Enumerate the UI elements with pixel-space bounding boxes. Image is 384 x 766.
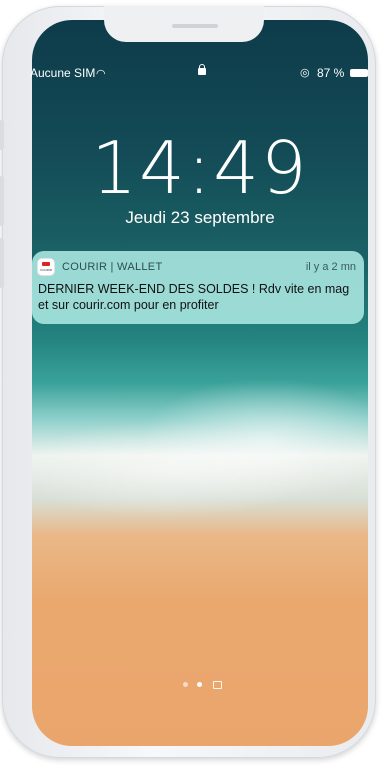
- battery-icon: [350, 69, 368, 77]
- notification-card[interactable]: COURIR COURIR | WALLET il y a 2 mn DERNI…: [32, 251, 364, 324]
- page-dot: [183, 682, 188, 687]
- camera-icon[interactable]: [213, 681, 222, 689]
- rotation-lock-icon: ◎: [300, 67, 310, 79]
- carrier-label: Aucune SIM: [30, 66, 96, 80]
- phone-frame: [0, 6, 376, 758]
- clock-time: 14:49: [91, 126, 309, 210]
- courir-app-icon: COURIR: [38, 259, 54, 275]
- speaker: [172, 24, 218, 28]
- lock-icon: [198, 64, 206, 75]
- notification-app-name: COURIR | WALLET: [62, 261, 163, 273]
- wifi-icon: ◠: [96, 68, 106, 80]
- battery-percent: 87 %: [317, 66, 345, 80]
- volume-down-button: [0, 238, 4, 288]
- status-bar: Aucune SIM ◠ ◎ 87 %: [0, 64, 384, 82]
- notification-time: il y a 2 mn: [305, 261, 356, 273]
- app-icon-label: COURIR: [40, 268, 52, 272]
- clock-date: Jeudi 23 septembre: [125, 208, 275, 227]
- page-dot-active: [197, 682, 202, 687]
- notification-message: DERNIER WEEK-END DES SOLDES ! Rdv vite e…: [38, 282, 350, 312]
